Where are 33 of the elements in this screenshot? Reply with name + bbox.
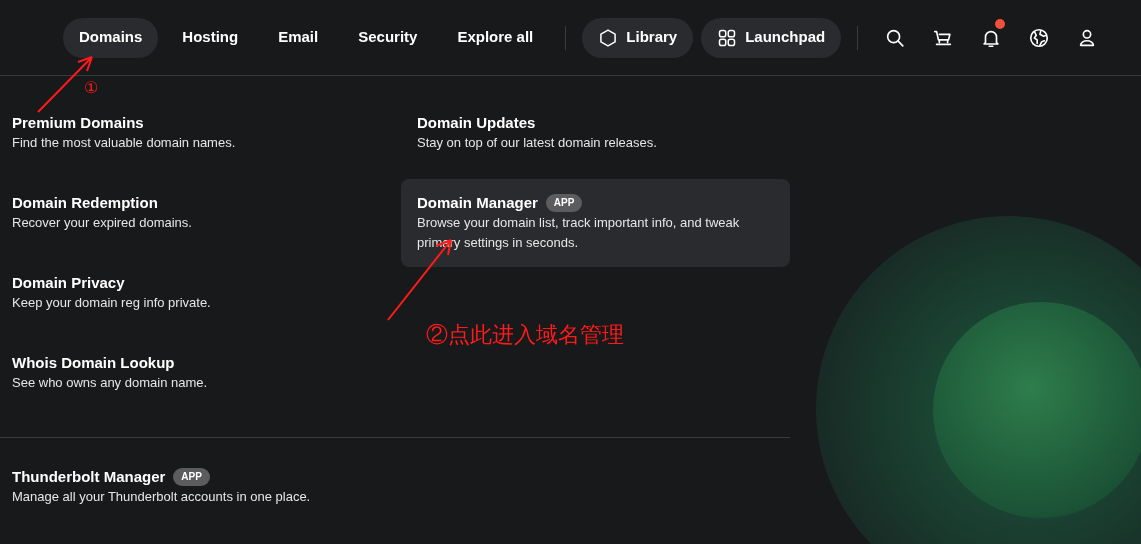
nav-tab[interactable]: Security (342, 17, 434, 58)
globe-icon[interactable] (1028, 26, 1051, 49)
nav-tab[interactable]: Domains (63, 17, 159, 58)
item-description: Find the most valuable domain names. (12, 134, 237, 152)
hexagon-icon (598, 27, 619, 48)
app-badge: APP (545, 194, 583, 212)
item-description: Manage all your Thunderbolt accounts in one place. (12, 488, 312, 506)
item-title: Domain Updates (417, 113, 536, 133)
nav-tab[interactable]: Hosting (166, 17, 255, 58)
item-title: Thunderbolt Manager (12, 467, 166, 487)
item-description: Stay on top of our latest domain releases. (417, 134, 658, 152)
item-title: Domain Manager (417, 193, 538, 213)
menu-item[interactable]: Thunderbolt Manager APP Manage all your Thunderbolt accounts in one place. (12, 453, 790, 521)
nav-pill-button[interactable]: Launchpad (701, 17, 842, 58)
item-description: Recover your expired domains. (12, 214, 193, 232)
app-badge: APP (173, 468, 210, 486)
item-title: Domain Privacy (12, 273, 125, 293)
menu-item[interactable]: Whois Domain Lookup See who owns any domain name. (12, 339, 401, 407)
annotation-number: ① (84, 78, 98, 97)
grid-icon (717, 27, 738, 48)
item-title: Premium Domains (12, 113, 144, 133)
menu-item[interactable]: Domain Redemption Recover your expired domains. (12, 179, 401, 247)
item-description: Keep your domain reg info private. (12, 294, 212, 312)
nav-pill-button[interactable]: Library (582, 17, 694, 58)
menu-item[interactable]: Domain Privacy Keep your domain reg info private. (12, 259, 401, 327)
menu-item[interactable]: Premium Domains Find the most valuable domain names. (12, 99, 401, 167)
item-title: Domain Redemption (12, 193, 158, 213)
nav-tab[interactable]: Explore all (441, 17, 550, 58)
annotation-text: ②点此进入域名管理 (426, 321, 624, 349)
menu-item[interactable]: Domain Updates Stay on top of our latest domain releases. (417, 99, 774, 167)
nav-tab[interactable]: Email (262, 17, 335, 58)
item-title: Whois Domain Lookup (12, 353, 175, 373)
item-description: See who owns any domain name. (12, 374, 209, 392)
